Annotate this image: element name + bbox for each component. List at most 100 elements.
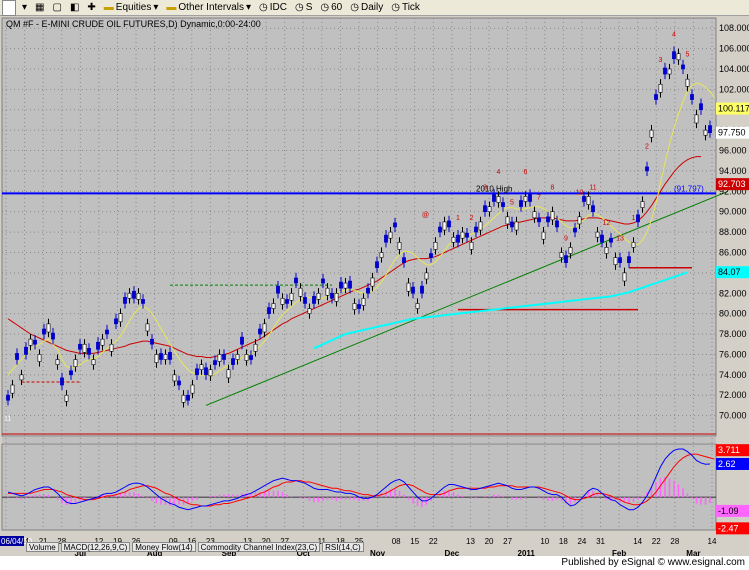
equities-menu[interactable]: ▬ Equities ▾ [102,1,161,15]
y-tick-label: 106.000 [719,44,749,54]
indicator-tab[interactable]: Money Flow(14) [132,542,196,552]
candle-body [510,221,514,228]
candle-body [483,205,487,213]
candle-body [654,94,658,100]
candle-body [433,241,438,250]
macd-badge-1: 3.711 [718,445,740,455]
candle-body [19,374,24,381]
x-tick-label: 08 [392,537,401,546]
candle-body [204,367,208,376]
y-tick-label: 96.000 [719,146,747,156]
candle-body [388,231,393,239]
indicator-tab[interactable]: MACD(12,26,9,C) [60,542,131,552]
candle-body [262,323,267,333]
count-tag-b: 11 [4,416,11,423]
candle-body [357,304,361,309]
candle-body [429,253,433,258]
x-tick-label: 10 [540,537,549,546]
candle-body [559,252,564,258]
candle-body [424,272,429,280]
new-button[interactable]: ▢ [50,1,63,15]
macd-badge-4: -2.47 [718,523,739,533]
candle-body [694,114,699,124]
candle-body [240,336,244,345]
grid-button[interactable]: ▦ [33,1,46,15]
count-label: 3 [483,184,487,191]
candle-body [613,257,618,266]
candle-body [663,67,667,75]
candle-body [514,221,519,231]
daily-button[interactable]: ◷ Daily [348,1,385,15]
candle-body [393,222,397,228]
candle-body [676,53,681,61]
y-tick-label: 72.000 [719,390,747,400]
new-icon: ▢ [52,2,62,13]
candle-body [523,196,528,202]
indicator-tab[interactable]: Volume [26,542,59,552]
candle-body [100,338,105,346]
chart-frame[interactable]: 70.000 72.000 74.000 76.000 78.000 80.000 82.0… [0,16,749,556]
candle-body [172,374,177,382]
candle-body [685,78,690,87]
x-tick-label: 18 [559,537,568,546]
intervals-label: Other Intervals [178,2,244,13]
price-badge-ma-long: 84.07 [718,267,741,277]
chart-title: QM #F - E-MINI CRUDE OIL FUTURES,D) Dyna… [6,19,261,29]
candle-body [366,287,370,294]
macd-badge-3: -1.09 [718,506,739,516]
high-2010-value-label: (91.797) [674,184,704,193]
candle-body [235,354,240,360]
candle-body [519,200,523,207]
candle-body [564,255,568,263]
candle-body [438,226,442,233]
count-label: 2 [470,215,474,222]
candle-body [546,216,550,223]
price-chart[interactable]: 70.000 72.000 74.000 76.000 78.000 80.000 82.0… [0,16,749,556]
candle-body [316,292,321,300]
price-badge-high-line: 92.703 [718,179,746,189]
count-label: 3 [659,57,663,64]
candle-body [595,231,600,238]
indicator-tab[interactable]: RSI(14,C) [322,542,364,552]
x-tick-label: 13 [466,537,475,546]
candle-body [127,292,132,299]
symbol-menu[interactable]: ▾ [20,1,29,15]
candle-body [577,216,582,225]
candle-body [478,221,483,231]
y-tick-label: 102.000 [719,84,749,94]
candle-body [492,194,496,202]
candle-body [271,303,276,309]
candle-body [96,341,100,350]
candle-body [132,290,136,299]
tick-button[interactable]: ◷ Tick [389,1,422,15]
candle-body [105,329,109,335]
candle-body [321,278,325,284]
interval-60-button[interactable]: ◷ 60 [318,1,344,15]
symbol-box[interactable] [2,0,16,16]
candle-body [159,353,163,360]
count-label: 1 [632,215,636,222]
indicator-tab[interactable]: Commodity Channel Index(23,C) [197,542,321,552]
candle-body [487,206,492,213]
x-tick-label: 31 [596,537,605,546]
y-tick-label: 104.000 [719,64,749,74]
candle-body [154,354,159,363]
link-button[interactable]: ◧ [68,1,81,15]
candle-body [150,338,154,345]
candle-body [609,237,613,243]
candle-body [658,83,663,93]
candle-body [163,354,168,360]
published-by: Published by eSignal © www.esignal.com [561,557,745,568]
x-tick-label: 14 [708,537,717,546]
s-button[interactable]: ◷ S [293,1,314,15]
idc-button[interactable]: ◷ IDC [257,1,289,15]
candle-body [123,297,127,304]
candle-body [406,282,411,292]
crosshair-button[interactable]: ✚ [85,1,97,15]
candle-body [649,129,654,138]
candle-body [168,352,172,360]
candle-body [451,236,456,243]
candle-body [33,339,37,345]
intervals-menu[interactable]: ▬ Other Intervals ▾ [164,1,253,15]
candle-body [379,252,384,258]
